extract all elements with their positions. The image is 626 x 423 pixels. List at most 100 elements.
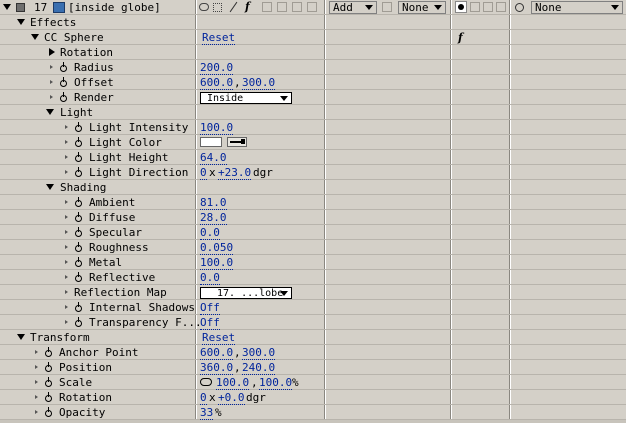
degrees-value[interactable]: +23.0 <box>218 166 252 180</box>
property-row-metal[interactable]: Metal 100.0 <box>0 255 626 270</box>
collapse-toggle-icon[interactable] <box>3 4 11 10</box>
property-row-roughness[interactable]: Roughness 0.050 <box>0 240 626 255</box>
property-value[interactable]: 0.0 <box>200 271 220 285</box>
stopwatch-icon[interactable] <box>74 212 83 222</box>
property-row-diffuse[interactable]: Diffuse 28.0 <box>0 210 626 225</box>
property-group-light[interactable]: Light <box>0 105 626 120</box>
property-row-specular[interactable]: Specular 0.0 <box>0 225 626 240</box>
property-value-y[interactable]: 300.0 <box>242 76 276 90</box>
effect-row-cc-sphere[interactable]: CC Sphere Reset f <box>0 30 626 45</box>
expand-toggle-icon[interactable] <box>65 275 68 279</box>
quality-switch-icon[interactable] <box>229 1 238 13</box>
reset-link[interactable]: Reset <box>202 31 236 45</box>
stopwatch-icon[interactable] <box>74 302 83 312</box>
stopwatch-icon[interactable] <box>74 272 83 282</box>
expand-toggle-icon[interactable] <box>65 200 68 204</box>
stopwatch-icon[interactable] <box>74 137 83 147</box>
expand-toggle-icon[interactable] <box>35 380 38 384</box>
property-value[interactable]: 33 <box>200 406 214 420</box>
stopwatch-icon[interactable] <box>44 407 53 417</box>
reflection-map-dropdown[interactable]: 17. ...lobe <box>200 287 292 299</box>
property-value-y[interactable]: 100.0 <box>259 376 293 390</box>
motion-blur-switch[interactable] <box>277 2 287 12</box>
color-swatch[interactable] <box>200 137 222 147</box>
property-value-x[interactable]: 360.0 <box>200 361 234 375</box>
solo-switch[interactable] <box>483 2 493 12</box>
property-row-light-height[interactable]: Light Height 64.0 <box>0 150 626 165</box>
property-value-x[interactable]: 600.0 <box>200 76 234 90</box>
pickwhip-icon[interactable] <box>515 3 524 12</box>
track-matte-dropdown[interactable]: None <box>398 1 446 14</box>
property-group-shading[interactable]: Shading <box>0 180 626 195</box>
effect-enable-icon[interactable]: f <box>458 31 463 44</box>
property-value[interactable]: 100.0 <box>200 121 234 135</box>
property-group-rotation[interactable]: Rotation <box>0 45 626 60</box>
audio-switch[interactable] <box>470 2 480 12</box>
expand-toggle-icon[interactable] <box>35 350 38 354</box>
stopwatch-icon[interactable] <box>74 122 83 132</box>
stopwatch-icon[interactable] <box>74 167 83 177</box>
stopwatch-icon[interactable] <box>59 77 68 87</box>
expand-toggle-icon[interactable] <box>65 320 68 324</box>
layer-name[interactable]: [inside globe] <box>68 1 161 14</box>
property-value[interactable]: 0.0 <box>200 226 220 240</box>
property-row-render[interactable]: Render Inside <box>0 90 626 105</box>
stopwatch-icon[interactable] <box>44 392 53 402</box>
property-row-ambient[interactable]: Ambient 81.0 <box>0 195 626 210</box>
property-row-light-direction[interactable]: Light Direction 0 x +23.0 dgr <box>0 165 626 180</box>
collapse-toggle-icon[interactable] <box>31 34 39 40</box>
property-row-position[interactable]: Position 360.0 , 240.0 <box>0 360 626 375</box>
property-value[interactable]: 200.0 <box>200 61 234 75</box>
expand-toggle-icon[interactable] <box>65 305 68 309</box>
label-color-swatch[interactable] <box>16 3 25 12</box>
expand-toggle-icon[interactable] <box>50 65 53 69</box>
property-value[interactable]: 28.0 <box>200 211 227 225</box>
blend-mode-dropdown[interactable]: Add <box>329 1 377 14</box>
parent-dropdown[interactable]: None <box>531 1 623 14</box>
expand-toggle-icon[interactable] <box>65 215 68 219</box>
shy-switch-icon[interactable] <box>199 3 209 11</box>
expand-toggle-icon[interactable] <box>50 80 53 84</box>
expand-toggle-icon[interactable] <box>65 170 68 174</box>
property-value[interactable]: 100.0 <box>200 256 234 270</box>
property-row-anchor-point[interactable]: Anchor Point 600.0 , 300.0 <box>0 345 626 360</box>
property-row-radius[interactable]: Radius 200.0 <box>0 60 626 75</box>
property-value-x[interactable]: 100.0 <box>216 376 250 390</box>
stopwatch-icon[interactable] <box>44 377 53 387</box>
property-row-rotation[interactable]: Rotation 0 x +0.0 dgr <box>0 390 626 405</box>
revolutions-value[interactable]: 0 <box>200 391 207 405</box>
property-row-offset[interactable]: Offset 600.0 , 300.0 <box>0 75 626 90</box>
property-value[interactable]: 0.050 <box>200 241 234 255</box>
stopwatch-icon[interactable] <box>74 242 83 252</box>
collapse-toggle-icon[interactable] <box>46 109 54 115</box>
stopwatch-icon[interactable] <box>74 197 83 207</box>
property-row-scale[interactable]: Scale 100.0 , 100.0 % <box>0 375 626 390</box>
constrain-proportions-link-icon[interactable] <box>200 378 212 386</box>
3d-switch[interactable] <box>307 2 317 12</box>
expand-toggle-icon[interactable] <box>65 140 68 144</box>
collapse-toggle-icon[interactable] <box>46 184 54 190</box>
preserve-transparency-checkbox[interactable] <box>382 2 392 12</box>
stopwatch-icon[interactable] <box>44 347 53 357</box>
property-row-reflection-map[interactable]: Reflection Map 17. ...lobe <box>0 285 626 300</box>
expand-toggle-icon[interactable] <box>65 230 68 234</box>
stopwatch-icon[interactable] <box>74 317 83 327</box>
property-value[interactable]: Off <box>200 301 220 315</box>
property-row-reflective[interactable]: Reflective 0.0 <box>0 270 626 285</box>
expand-toggle-icon[interactable] <box>35 365 38 369</box>
stopwatch-icon[interactable] <box>74 227 83 237</box>
collapse-switch-icon[interactable] <box>213 3 222 12</box>
expand-toggle-icon[interactable] <box>35 410 38 414</box>
property-row-opacity[interactable]: Opacity 33 % <box>0 405 626 420</box>
effect-switch-icon[interactable]: f <box>245 0 250 13</box>
expand-toggle-icon[interactable] <box>65 290 68 294</box>
adjustment-switch[interactable] <box>292 2 302 12</box>
eyedropper-icon[interactable] <box>227 137 247 147</box>
collapse-toggle-icon[interactable] <box>17 19 25 25</box>
expand-toggle-icon[interactable] <box>65 155 68 159</box>
transform-group-row[interactable]: Transform Reset <box>0 330 626 345</box>
property-row-transparency[interactable]: Transparency F... Off <box>0 315 626 330</box>
expand-toggle-icon[interactable] <box>65 260 68 264</box>
property-value[interactable]: 64.0 <box>200 151 227 165</box>
expand-toggle-icon[interactable] <box>35 395 38 399</box>
